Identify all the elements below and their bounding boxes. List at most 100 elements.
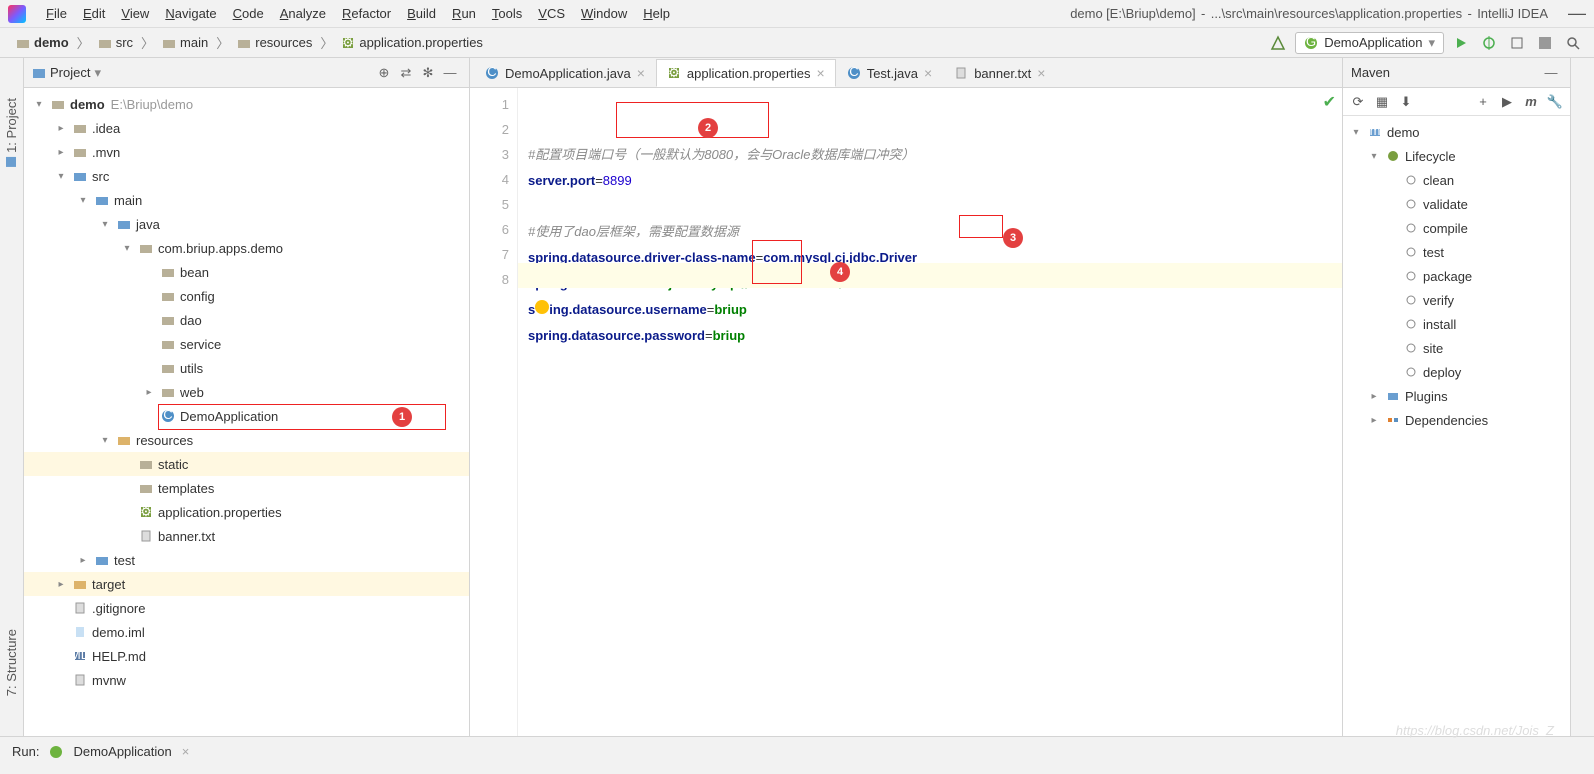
refresh-icon[interactable]: ⟳ [1347,91,1369,113]
maven-Plugins[interactable]: ▸Plugins [1343,384,1570,408]
tree-item-.mvn[interactable]: ▸.mvn [24,140,469,164]
structure-tool-tab[interactable]: 7: Structure [4,629,19,696]
bulb-icon[interactable] [535,300,549,314]
tree-item-static[interactable]: static [24,452,469,476]
tree-item-src[interactable]: ▾src [24,164,469,188]
code-content[interactable]: #配置项目端口号（一般默认为8080，会与Oracle数据库端口冲突） serv… [518,88,1342,736]
tree-item-HELP.md[interactable]: MDHELP.md [24,644,469,668]
breadcrumb-application.properties[interactable]: ⚙application.properties [335,35,489,50]
tree-item-templates[interactable]: templates [24,476,469,500]
tree-item-target[interactable]: ▸target [24,572,469,596]
menu-tools[interactable]: Tools [484,6,530,21]
maven-tree[interactable]: ▾mdemo▾Lifecyclecleanvalidatecompiletest… [1343,116,1570,736]
expand-icon[interactable]: ⇄ [395,62,417,84]
maven-site[interactable]: site [1343,336,1570,360]
breadcrumb-src[interactable]: src [92,35,139,50]
svg-text:⚙: ⚙ [140,505,152,519]
tree-item-main[interactable]: ▾main [24,188,469,212]
settings-icon[interactable]: ✻ [417,62,439,84]
tree-item-dao[interactable]: dao [24,308,469,332]
close-icon[interactable]: × [817,65,825,81]
menu-window[interactable]: Window [573,6,635,21]
menu-navigate[interactable]: Navigate [157,6,224,21]
m-icon[interactable]: m [1520,91,1542,113]
maven-test[interactable]: test [1343,240,1570,264]
locate-icon[interactable]: ⊕ [373,62,395,84]
generate-icon[interactable]: ▦ [1371,91,1393,113]
menu-view[interactable]: View [113,6,157,21]
editor-body[interactable]: ✔ 12345678 #配置项目端口号（一般默认为8080，会与Oracle数据… [470,88,1342,736]
tree-item-service[interactable]: service [24,332,469,356]
maven-clean[interactable]: clean [1343,168,1570,192]
menu-build[interactable]: Build [399,6,444,21]
svg-text:G: G [1306,36,1316,49]
breadcrumb-main[interactable]: main [156,35,214,50]
maven-verify[interactable]: verify [1343,288,1570,312]
tree-item-resources[interactable]: ▾resources [24,428,469,452]
tab-Test.java[interactable]: CTest.java× [836,59,944,87]
run-icon[interactable] [1450,32,1472,54]
close-icon[interactable]: × [924,65,932,81]
menu-bar: FileEditViewNavigateCodeAnalyzeRefactorB… [0,0,1594,28]
stop-icon[interactable] [1534,32,1556,54]
run-config-label[interactable]: DemoApplication [73,744,171,759]
menu-vcs[interactable]: VCS [530,6,573,21]
run-label: Run: [12,744,39,759]
tree-item-.idea[interactable]: ▸.idea [24,116,469,140]
tab-DemoApplication.java[interactable]: CDemoApplication.java× [474,59,656,87]
tab-banner.txt[interactable]: banner.txt× [943,59,1056,87]
maven-validate[interactable]: validate [1343,192,1570,216]
maven-hide-icon[interactable]: — [1540,62,1562,84]
download-icon[interactable]: ⬇ [1395,91,1417,113]
maven-Dependencies[interactable]: ▸Dependencies [1343,408,1570,432]
close-icon[interactable]: × [637,65,645,81]
tree-item-mvnw[interactable]: mvnw [24,668,469,692]
tree-item-banner.txt[interactable]: banner.txt [24,524,469,548]
tree-item-demo[interactable]: ▾demoE:\Briup\demo [24,92,469,116]
menu-code[interactable]: Code [225,6,272,21]
menu-refactor[interactable]: Refactor [334,6,399,21]
maven-panel-header: Maven — [1343,58,1570,88]
menu-help[interactable]: Help [635,6,678,21]
add-icon[interactable]: + [1472,91,1494,113]
annotation-badge-4: 4 [830,262,850,282]
maven-compile[interactable]: compile [1343,216,1570,240]
run-config-combo[interactable]: G DemoApplication ▾ [1295,32,1444,54]
hide-icon[interactable]: — [439,62,461,84]
tree-item-application.properties[interactable]: ⚙application.properties [24,500,469,524]
tree-item-web[interactable]: ▸web [24,380,469,404]
menu-run[interactable]: Run [444,6,484,21]
debug-icon[interactable] [1478,32,1500,54]
tree-item-demo.iml[interactable]: demo.iml [24,620,469,644]
maven-install[interactable]: install [1343,312,1570,336]
run-maven-icon[interactable]: ▶ [1496,91,1518,113]
tree-item-.gitignore[interactable]: .gitignore [24,596,469,620]
breadcrumb-demo[interactable]: demo [10,35,75,50]
project-tree[interactable]: ▾demoE:\Briup\demo▸.idea▸.mvn▾src▾main▾j… [24,88,469,736]
wrench-icon[interactable]: 🔧 [1544,91,1566,113]
maven-Lifecycle[interactable]: ▾Lifecycle [1343,144,1570,168]
build-icon[interactable] [1267,32,1289,54]
tree-item-bean[interactable]: bean [24,260,469,284]
tree-item-com.briup.apps.demo[interactable]: ▾com.briup.apps.demo [24,236,469,260]
menu-analyze[interactable]: Analyze [272,6,334,21]
window-title: demo [E:\Briup\demo] - ...\src\main\reso… [1070,6,1548,21]
menu-edit[interactable]: Edit [75,6,113,21]
tree-item-config[interactable]: config [24,284,469,308]
tree-item-test[interactable]: ▸test [24,548,469,572]
tab-application.properties[interactable]: ⚙application.properties× [656,59,836,87]
maven-deploy[interactable]: deploy [1343,360,1570,384]
search-icon[interactable] [1562,32,1584,54]
tree-item-java[interactable]: ▾java [24,212,469,236]
breadcrumb-resources[interactable]: resources [231,35,318,50]
minimize-icon[interactable]: — [1568,3,1586,24]
line-gutter: 12345678 [470,88,518,736]
maven-package[interactable]: package [1343,264,1570,288]
menu-file[interactable]: File [38,6,75,21]
tree-item-utils[interactable]: utils [24,356,469,380]
right-tool-strip [1570,58,1594,736]
coverage-icon[interactable] [1506,32,1528,54]
project-tool-tab[interactable]: 1: Project [4,98,19,167]
close-icon[interactable]: × [1037,65,1045,81]
maven-demo[interactable]: ▾mdemo [1343,120,1570,144]
